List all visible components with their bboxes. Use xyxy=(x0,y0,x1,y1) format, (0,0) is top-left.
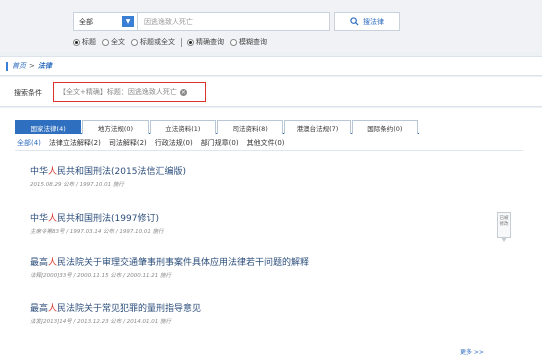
result-meta: 法发[2013]14号 / 2013.12.23 公布 / 2014.01.01… xyxy=(30,319,171,325)
options-divider xyxy=(181,37,182,47)
tab-international-treaties[interactable]: 国际条约(0) xyxy=(351,120,418,134)
scope-select-value: 全部 xyxy=(79,17,93,26)
breadcrumb: 首页 > 法律 xyxy=(0,56,542,76)
result-title-prefix: 中华 xyxy=(30,214,49,224)
radio-exact[interactable] xyxy=(187,38,194,46)
result-item: 中华人民共和国刑法(1997修订) 主席令第83号 / 1997.03.14 公… xyxy=(30,211,490,235)
amended-badge-line2: 修改 xyxy=(499,222,509,227)
result-title-link[interactable]: 中华人民共和国刑法(1997修订) xyxy=(30,211,490,224)
result-title-link[interactable]: 最高人民法院关于常见犯罪的量刑指导意见 xyxy=(30,301,490,314)
result-title-highlight: 人 xyxy=(48,304,58,314)
search-input[interactable] xyxy=(138,12,330,31)
result-title-prefix: 最高 xyxy=(30,258,49,268)
result-item: 最高人民法院关于审理交通肇事刑事案件具体应用法律若干问题的解释 法释[2000]… xyxy=(30,255,490,279)
search-button[interactable]: 搜法律 xyxy=(334,12,400,31)
option-fuzzy-label: 模糊查询 xyxy=(239,38,267,46)
result-title-link[interactable]: 中华人民共和国刑法(2015法信汇编版) xyxy=(30,164,490,177)
search-button-label: 搜法律 xyxy=(363,17,384,26)
breadcrumb-current: 法律 xyxy=(37,62,52,70)
option-title[interactable]: 标题 xyxy=(73,37,96,47)
tab-judicial-materials[interactable]: 司法资料(8) xyxy=(216,120,284,134)
tab-legislative-materials[interactable]: 立法资料(1) xyxy=(149,120,216,134)
conditions-label: 搜索条件 xyxy=(14,89,42,97)
tab-local-regulations[interactable]: 地方法规(0) xyxy=(82,120,149,134)
option-title-or-fulltext-label: 标题或全文 xyxy=(140,38,175,46)
divider xyxy=(15,150,523,151)
result-title-suffix: 民法院关于审理交通肇事刑事案件具体应用法律若干问题的解释 xyxy=(57,258,310,268)
more-link[interactable]: 更多 >> xyxy=(460,347,484,356)
tab-national-law[interactable]: 国家法律(4) xyxy=(15,120,82,134)
search-options: 标题 全文 标题或全文 精确查询 模糊查询 xyxy=(73,37,273,47)
result-title-prefix: 中华 xyxy=(30,167,49,177)
option-title-or-fulltext[interactable]: 标题或全文 xyxy=(131,37,175,47)
chevron-down-icon[interactable]: ▼ xyxy=(122,16,134,27)
breadcrumb-home[interactable]: 首页 xyxy=(12,61,26,71)
scope-select[interactable]: 全部 ▼ xyxy=(73,12,138,31)
condition-tag: 【全文+精确】标题：因逃逸致人死亡 × xyxy=(53,82,206,102)
result-item: 中华人民共和国刑法(2015法信汇编版) 2015.08.29 公布 / 199… xyxy=(30,164,490,188)
tab-hk-macau-taiwan[interactable]: 港澳台法规(7) xyxy=(284,120,351,134)
breadcrumb-marker xyxy=(6,61,8,71)
option-title-label: 标题 xyxy=(82,38,96,46)
result-title-highlight: 人 xyxy=(48,258,58,268)
breadcrumb-separator: > xyxy=(29,62,35,70)
result-meta: 2015.08.29 公布 / 1997.10.01 施行 xyxy=(30,182,124,188)
result-title-link[interactable]: 最高人民法院关于审理交通肇事刑事案件具体应用法律若干问题的解释 xyxy=(30,255,490,268)
result-meta: 主席令第83号 / 1997.03.14 公布 / 1997.10.01 施行 xyxy=(30,229,164,235)
result-title-suffix: 民共和国刑法(1997修订) xyxy=(57,214,159,224)
option-fuzzy[interactable]: 模糊查询 xyxy=(230,37,267,47)
condition-tag-text: 【全文+精确】标题：因逃逸致人死亡 xyxy=(59,88,177,96)
result-title-prefix: 最高 xyxy=(30,304,49,314)
category-tabs: 国家法律(4) 地方法规(0) 立法资料(1) 司法资料(8) 港澳台法规(7)… xyxy=(15,120,419,134)
search-bar: 全部 ▼ 搜法律 xyxy=(73,12,400,31)
result-item: 最高人民法院关于常见犯罪的量刑指导意见 法发[2013]14号 / 2013.1… xyxy=(30,301,490,325)
result-title-highlight: 人 xyxy=(48,167,58,177)
results-panel: 国家法律(4) 地方法规(0) 立法资料(1) 司法资料(8) 港澳台法规(7)… xyxy=(0,108,542,364)
radio-title[interactable] xyxy=(73,38,80,46)
radio-fulltext[interactable] xyxy=(102,38,109,46)
result-title-suffix: 民共和国刑法(2015法信汇编版) xyxy=(57,167,186,177)
search-header: 全部 ▼ 搜法律 标题 全文 标题或全文 精确查询 xyxy=(0,0,542,52)
option-exact[interactable]: 精确查询 xyxy=(187,37,224,47)
option-fulltext-label: 全文 xyxy=(111,38,125,46)
result-title-highlight: 人 xyxy=(48,214,58,224)
option-exact-label: 精确查询 xyxy=(196,38,224,46)
search-conditions: 搜索条件 【全文+精确】标题：因逃逸致人死亡 × xyxy=(0,77,542,107)
result-title-suffix: 民法院关于常见犯罪的量刑指导意见 xyxy=(57,304,202,314)
amended-badge: 已被 修改 xyxy=(497,212,511,242)
search-icon xyxy=(350,17,359,26)
amended-badge-line1: 已被 xyxy=(499,216,509,221)
radio-title-or-fulltext[interactable] xyxy=(131,38,138,46)
result-meta: 法释[2000]33号 / 2000.11.15 公布 / 2000.11.21… xyxy=(30,273,171,279)
radio-fuzzy[interactable] xyxy=(230,38,237,46)
close-icon[interactable]: × xyxy=(179,88,187,96)
option-fulltext[interactable]: 全文 xyxy=(102,37,125,47)
